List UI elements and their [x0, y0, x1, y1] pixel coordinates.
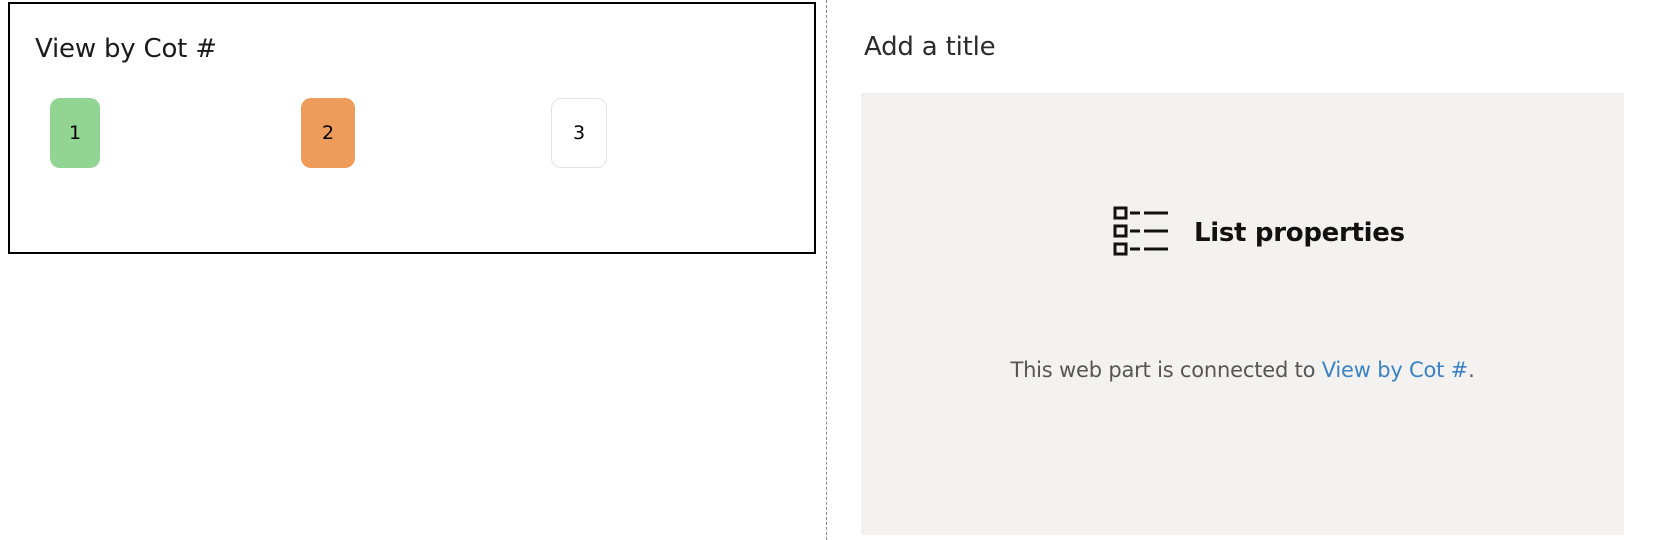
cot-tile-label: 1	[68, 122, 82, 144]
cot-webpart-title: View by Cot #	[35, 34, 217, 64]
webpart-title-placeholder[interactable]: Add a title	[864, 32, 996, 62]
description-prefix: This web part is connected to	[1010, 358, 1322, 382]
placeholder-label: List properties	[1194, 218, 1405, 248]
description-suffix: .	[1468, 358, 1475, 382]
cot-webpart[interactable]: View by Cot # 1 2 3	[8, 2, 816, 254]
placeholder-header: List properties	[1112, 205, 1405, 261]
cot-tile-2[interactable]: 2	[301, 98, 355, 168]
cot-tile-1[interactable]: 1	[50, 98, 100, 168]
cot-tile-label: 3	[572, 122, 586, 144]
left-section: View by Cot # 1 2 3	[0, 0, 826, 540]
placeholder-description: This web part is connected to View by Co…	[861, 358, 1624, 382]
list-properties-placeholder: List properties This web part is connect…	[861, 93, 1624, 535]
page: View by Cot # 1 2 3 Add a title List pro…	[0, 0, 1673, 540]
section-divider	[826, 0, 827, 540]
connected-webpart-link[interactable]: View by Cot #	[1322, 358, 1469, 382]
cot-tile-3[interactable]: 3	[551, 98, 607, 168]
list-properties-icon	[1112, 205, 1170, 261]
cot-tile-label: 2	[321, 122, 335, 144]
